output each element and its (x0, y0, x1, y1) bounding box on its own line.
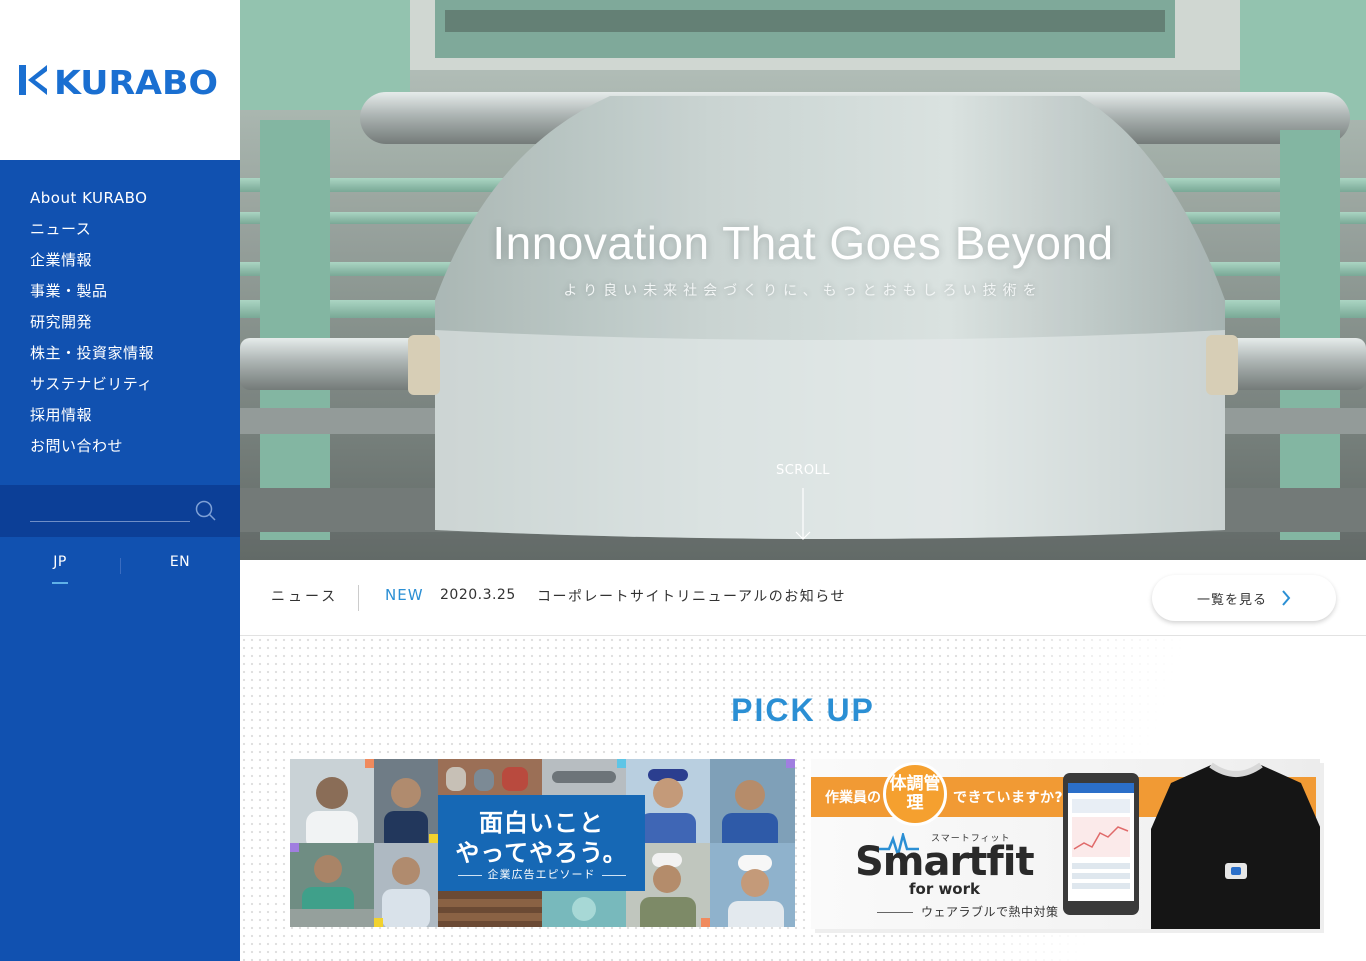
news-list-button[interactable]: 一覧を見る (1152, 575, 1336, 621)
nav-item-news[interactable]: ニュース (30, 215, 154, 246)
photo-tile (438, 759, 542, 795)
photo-tile (710, 843, 795, 927)
nav-item-company[interactable]: 企業情報 (30, 246, 154, 277)
chevron-right-icon (1282, 590, 1291, 606)
search-input[interactable] (30, 498, 190, 522)
nav-item-contact[interactable]: お問い合わせ (30, 432, 154, 463)
smart-shirt-image (1151, 762, 1320, 929)
accent-square (701, 918, 710, 927)
accent-square (365, 759, 374, 768)
lang-en-link[interactable]: EN (150, 554, 210, 570)
hero-banner: Innovation That Goes Beyond より良い未来社会づくりに… (240, 0, 1366, 560)
scroll-down-arrow-icon[interactable] (793, 488, 813, 542)
news-ticker: ニュース NEW 2020.3.25 コーポレートサイトリニューアルのお知らせ … (240, 560, 1366, 636)
pickup-heading: PICK UP (731, 692, 875, 728)
photo-tile (710, 759, 795, 843)
photo-tile (438, 891, 542, 927)
smartfit-logo: Smartfit (855, 839, 1035, 885)
news-label: ニュース (271, 589, 339, 605)
accent-square (429, 834, 438, 843)
nav-item-sustainability[interactable]: サステナビリティ (30, 370, 154, 401)
smartfit-badge: 体調管理 (883, 762, 947, 826)
pickup-card-smartfit[interactable]: 作業員の できていますか? 体調管理 スマートフィット Smartfit for… (811, 759, 1320, 929)
sidebar: KURABO About KURABO ニュース 企業情報 事業・製品 研究開発… (0, 0, 240, 961)
photo-tile (374, 843, 438, 927)
photo-tile (542, 891, 626, 927)
nav-item-recruit[interactable]: 採用情報 (30, 401, 154, 432)
logo-text: KURABO (54, 63, 218, 97)
lang-jp-link[interactable]: JP (30, 554, 90, 570)
photo-tile (290, 759, 374, 843)
smartfit-lead-suffix: できていますか? (953, 790, 1064, 806)
search-bar (0, 485, 240, 537)
phone-screen (1068, 783, 1134, 901)
news-new-badge: NEW (385, 586, 424, 604)
nav-item-ir[interactable]: 株主・投資家情報 (30, 339, 154, 370)
ad-episode-title-line2: やってやろう。 (455, 839, 628, 867)
accent-square (617, 759, 626, 768)
ad-episode-caption: 企業広告エピソード (438, 866, 645, 882)
accent-square (290, 843, 299, 852)
search-icon[interactable] (194, 499, 218, 523)
news-headline-link[interactable]: コーポレートサイトリニューアルのお知らせ (537, 586, 846, 606)
ad-episode-title-box: 面白いこと やってやろう。 企業広告エピソード (438, 795, 645, 891)
global-nav: About KURABO ニュース 企業情報 事業・製品 研究開発 株主・投資家… (30, 184, 154, 463)
nav-item-research[interactable]: 研究開発 (30, 308, 154, 339)
photo-tile (290, 843, 374, 927)
accent-square (374, 918, 383, 927)
scroll-label[interactable]: SCROLL (240, 463, 1366, 478)
lang-active-indicator (52, 582, 68, 584)
pickup-card-ad-episode[interactable]: 面白いこと やってやろう。 企業広告エピソード (290, 759, 795, 927)
smartfit-sub: for work (909, 880, 980, 898)
site-logo[interactable]: KURABO (0, 0, 240, 160)
photo-tile (374, 759, 438, 843)
smartphone-image (1063, 773, 1139, 915)
smartfit-lead: 作業員の (825, 790, 881, 806)
news-divider (358, 585, 359, 611)
nav-item-about[interactable]: About KURABO (30, 184, 154, 215)
kurabo-logo: KURABO (19, 63, 218, 97)
accent-square (786, 759, 795, 768)
nav-item-business[interactable]: 事業・製品 (30, 277, 154, 308)
news-list-button-label: 一覧を見る (1196, 592, 1267, 608)
lang-divider (120, 558, 121, 574)
pickup-section: PICK UP 面白いこと やってやろう。 企業広告エピソード 作業員の できて… (240, 636, 1366, 961)
photo-tile (542, 759, 626, 795)
news-date: 2020.3.25 (440, 587, 516, 603)
hero-title: Innovation That Goes Beyond (492, 217, 1114, 269)
hero-subtitle: より良い未来社会づくりに、もっとおもしろい技術を (563, 283, 1043, 299)
